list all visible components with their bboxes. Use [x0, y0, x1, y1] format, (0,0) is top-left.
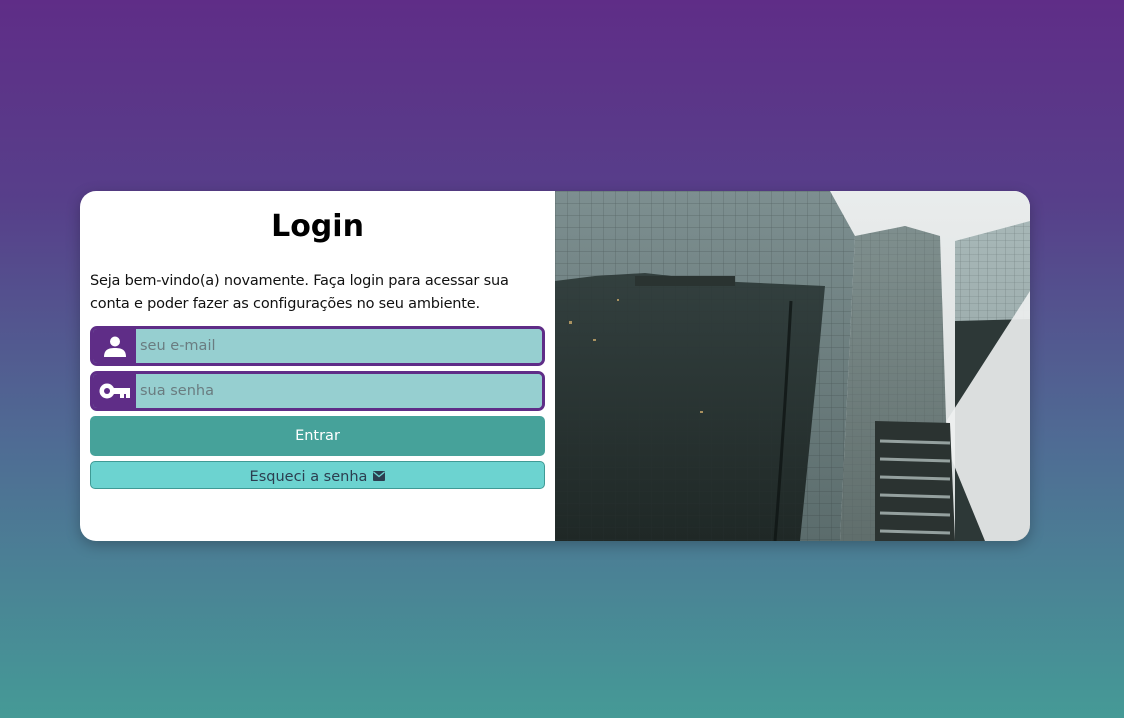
email-input[interactable]	[136, 329, 542, 363]
login-card: Login Seja bem-vindo(a) novamente. Faça …	[80, 191, 1030, 541]
envelope-icon	[373, 469, 386, 485]
user-icon	[93, 329, 136, 363]
password-input[interactable]	[136, 374, 542, 408]
password-field-group	[90, 371, 545, 411]
forgot-password-button[interactable]: Esqueci a senha	[90, 461, 545, 489]
key-icon	[93, 374, 136, 408]
forgot-password-label: Esqueci a senha	[249, 469, 368, 485]
building-photo	[555, 191, 1030, 541]
submit-button[interactable]: Entrar	[90, 416, 545, 456]
page-title: Login	[271, 209, 364, 244]
welcome-text: Seja bem-vindo(a) novamente. Faça login …	[90, 273, 509, 312]
email-field-group	[90, 326, 545, 366]
login-form: Login Seja bem-vindo(a) novamente. Faça …	[80, 191, 555, 541]
